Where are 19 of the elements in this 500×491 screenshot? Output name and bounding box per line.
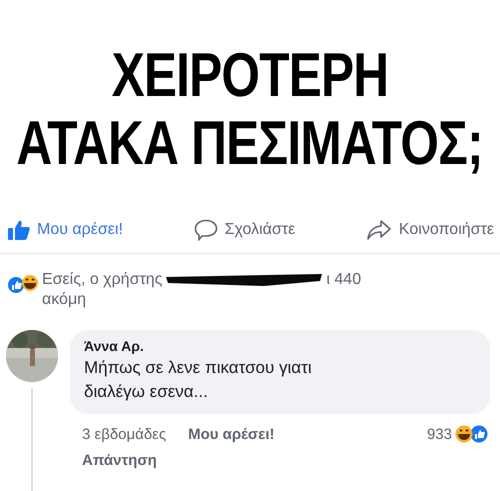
action-button[interactable]: Κοινοποιήστε	[366, 219, 494, 241]
headline-text: ΑΤΑΚΑ ΠΕΣΙΜΑΤΟΣ;	[16, 112, 484, 176]
reply-link[interactable]: Απάντηση	[70, 452, 490, 469]
comment-author[interactable]: Άννα Αρ.	[84, 338, 476, 354]
action-button[interactable]: Σχολιάστε	[194, 219, 296, 241]
action-button[interactable]: Μου αρέσει!	[8, 220, 123, 240]
reaction-summary: ακόμη	[42, 290, 88, 310]
reaction-icons[interactable]	[454, 424, 490, 444]
reaction-count: 933	[426, 426, 452, 442]
like-link[interactable]: Μου αρέσει!	[188, 426, 274, 442]
speech-bubble-icon	[194, 219, 218, 241]
headline-text: ΧΕΙΡΟΤΕΡΗ	[112, 44, 388, 108]
comment-text: Μήπως σε λενε πικατσου γιατι διαλέγω εσενα...	[84, 357, 313, 403]
thumbs-up-icon	[8, 220, 30, 240]
reaction-icons[interactable]	[6, 274, 40, 294]
comment-time[interactable]: 3 εβδομάδες	[82, 426, 166, 442]
reaction-summary: Εσείς, ο χρήστης	[42, 270, 162, 290]
share-arrow-icon	[366, 219, 392, 241]
reaction-count: ι 440	[326, 270, 362, 290]
